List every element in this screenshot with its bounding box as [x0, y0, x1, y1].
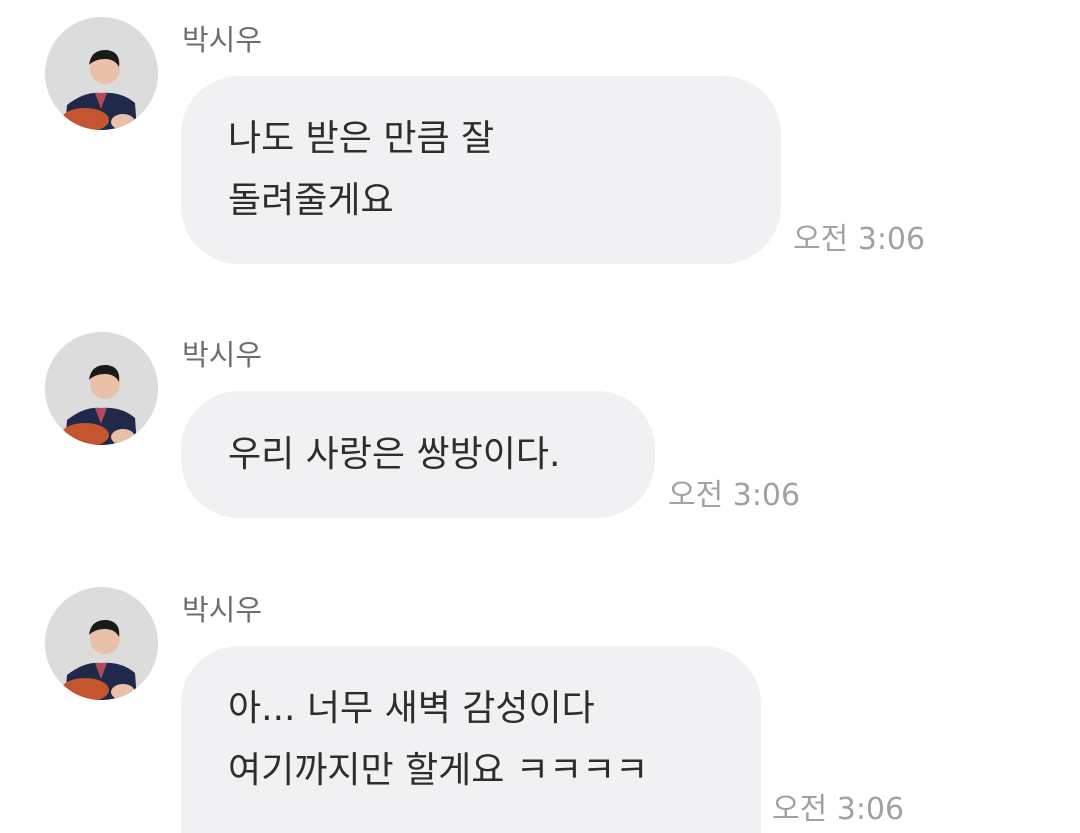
timestamp: 오전 3:06: [772, 792, 905, 827]
profile-photo-icon: [45, 587, 158, 700]
chat-message: 박시우 아... 너무 새벽 감성이다 여기까지만 할게요 ㅋㅋㅋㅋ 오전 3:…: [0, 0, 1080, 833]
avatar[interactable]: [45, 587, 158, 700]
message-text: 아... 너무 새벽 감성이다: [228, 687, 595, 729]
message-text: 여기까지만 할게요 ㅋㅋㅋㅋ: [228, 749, 649, 791]
sender-name: 박시우: [182, 593, 263, 627]
message-bubble[interactable]: 아... 너무 새벽 감성이다 여기까지만 할게요 ㅋㅋㅋㅋ: [181, 646, 761, 833]
